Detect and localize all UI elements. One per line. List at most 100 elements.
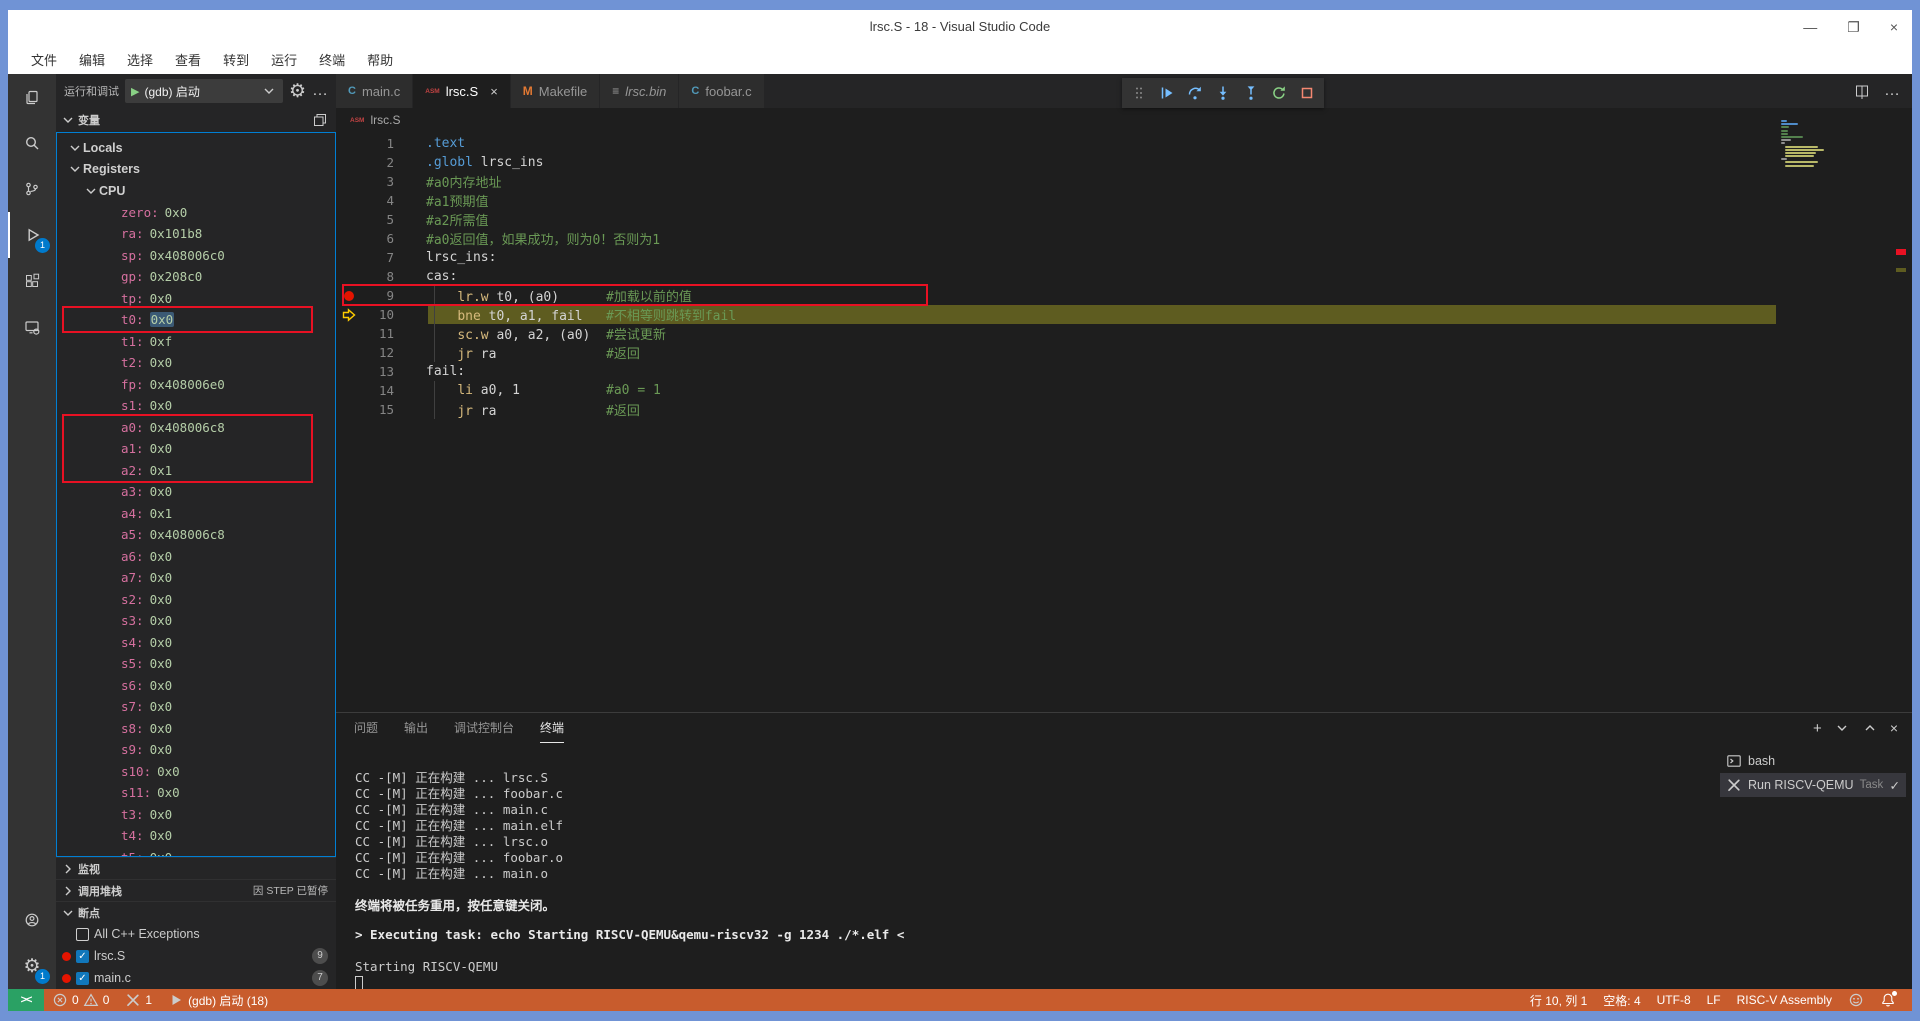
open-panes-icon[interactable] (312, 112, 328, 128)
register-a6[interactable]: a6:0x0 (57, 546, 335, 568)
launch-config-select[interactable]: ▶ (gdb) 启动 (125, 79, 283, 103)
register-a2[interactable]: a2:0x1 (57, 460, 335, 482)
activity-source-control[interactable] (8, 166, 56, 212)
breakpoint-row[interactable]: All C++ Exceptions (56, 923, 336, 945)
close-panel-icon[interactable]: × (1890, 720, 1898, 736)
breakpoint-icon[interactable] (336, 291, 362, 301)
menu-item-4[interactable]: 查看 (164, 50, 212, 69)
activity-remote-explorer[interactable] (8, 304, 56, 350)
menu-item-3[interactable]: 选择 (116, 50, 164, 69)
register-sp[interactable]: sp:0x408006c0 (57, 245, 335, 267)
new-terminal-icon[interactable]: + (1813, 720, 1822, 737)
code-line-5[interactable]: 5#a2所需值 (336, 210, 1912, 229)
menu-item-7[interactable]: 终端 (308, 50, 356, 69)
close-button[interactable]: × (1890, 19, 1898, 35)
register-t2[interactable]: t2:0x0 (57, 352, 335, 374)
tree-group-Locals[interactable]: Locals (57, 137, 335, 159)
terminal-list-item-bash[interactable]: bash (1720, 749, 1906, 773)
menu-item-6[interactable]: 运行 (260, 50, 308, 69)
register-s7[interactable]: s7:0x0 (57, 696, 335, 718)
step-into-button[interactable] (1210, 80, 1236, 106)
tab-main.c[interactable]: Cmain.c (336, 74, 413, 108)
tab-Makefile[interactable]: MMakefile (511, 74, 600, 108)
register-s1[interactable]: s1:0x0 (57, 395, 335, 417)
code-editor[interactable]: 1.text2.globl lrsc_ins3#a0内存地址4#a1预期值5#a… (336, 132, 1912, 712)
register-t1[interactable]: t1:0xf (57, 331, 335, 353)
register-a5[interactable]: a5:0x408006c8 (57, 524, 335, 546)
register-s11[interactable]: s11:0x0 (57, 782, 335, 804)
start-debug-icon[interactable]: ▶ (131, 85, 139, 98)
terminal-dropdown-icon[interactable] (1834, 720, 1850, 736)
minimap[interactable] (1781, 120, 1851, 168)
language-mode[interactable]: RISC-V Assembly (1729, 989, 1840, 1011)
code-line-2[interactable]: 2.globl lrsc_ins (336, 153, 1912, 172)
eol[interactable]: LF (1699, 989, 1729, 1011)
register-t5[interactable]: t5:0x0 (57, 847, 335, 858)
code-line-8[interactable]: 8cas: (336, 267, 1912, 286)
register-s5[interactable]: s5:0x0 (57, 653, 335, 675)
register-t0[interactable]: t0:0x0 (57, 309, 335, 331)
stop-button[interactable] (1294, 80, 1320, 106)
register-a4[interactable]: a4:0x1 (57, 503, 335, 525)
notifications-bell[interactable] (1872, 989, 1904, 1011)
breakpoint-checkbox[interactable]: ✓ (76, 972, 89, 985)
register-s3[interactable]: s3:0x0 (57, 610, 335, 632)
remote-indicator[interactable]: >< (8, 989, 44, 1011)
register-zero[interactable]: zero:0x0 (57, 202, 335, 224)
watch-section-header[interactable]: 监视 (56, 857, 336, 879)
breakpoint-row[interactable]: ✓lrsc.S9 (56, 945, 336, 967)
register-s10[interactable]: s10:0x0 (57, 761, 335, 783)
register-a0[interactable]: a0:0x408006c8 (57, 417, 335, 439)
register-a3[interactable]: a3:0x0 (57, 481, 335, 503)
menu-item-8[interactable]: 帮助 (356, 50, 404, 69)
terminal-list-item-Run RISCV-QEMU[interactable]: Run RISCV-QEMUTask✓ (1720, 773, 1906, 797)
code-line-14[interactable]: 14 li a0, 1 #a0 = 1 (336, 381, 1912, 400)
code-line-1[interactable]: 1.text (336, 134, 1912, 153)
more-actions-icon[interactable]: … (312, 82, 328, 100)
tab-lrsc.S[interactable]: ASMlrsc.S× (413, 74, 511, 108)
close-tab-icon[interactable]: × (490, 84, 498, 99)
register-a7[interactable]: a7:0x0 (57, 567, 335, 589)
code-line-11[interactable]: 11 sc.w a0, a2, (a0) #尝试更新 (336, 324, 1912, 343)
continue-button[interactable] (1154, 80, 1180, 106)
register-fp[interactable]: fp:0x408006e0 (57, 374, 335, 396)
code-line-12[interactable]: 12 jr ra #返回 (336, 343, 1912, 362)
tree-group-Registers[interactable]: Registers (57, 159, 335, 181)
step-out-button[interactable] (1238, 80, 1264, 106)
menu-item-5[interactable]: 转到 (212, 50, 260, 69)
tasks-status[interactable]: 1 (117, 989, 160, 1011)
step-over-button[interactable] (1182, 80, 1208, 106)
register-s8[interactable]: s8:0x0 (57, 718, 335, 740)
register-s2[interactable]: s2:0x0 (57, 589, 335, 611)
panel-tab-调试控制台[interactable]: 调试控制台 (454, 713, 514, 743)
breadcrumb[interactable]: ASM lrsc.S (336, 108, 1912, 132)
split-editor-icon[interactable] (1854, 83, 1870, 99)
feedback[interactable] (1840, 989, 1872, 1011)
tab-lrsc.bin[interactable]: ≡lrsc.bin (600, 74, 679, 108)
terminal-output[interactable]: CC -[M] 正在构建 ... lrsc.SCC -[M] 正在构建 ... … (336, 743, 1716, 989)
debug-session-status[interactable]: (gdb) 启动 (18) (160, 989, 276, 1011)
toolbar-drag-handle[interactable] (1126, 80, 1152, 106)
register-t3[interactable]: t3:0x0 (57, 804, 335, 826)
code-line-3[interactable]: 3#a0内存地址 (336, 172, 1912, 191)
problems-status[interactable]: 00 (44, 989, 117, 1011)
register-t4[interactable]: t4:0x0 (57, 825, 335, 847)
activity-run-debug[interactable]: 1 (8, 212, 56, 258)
register-tp[interactable]: tp:0x0 (57, 288, 335, 310)
cursor-position[interactable]: 行 10, 列 1 (1522, 989, 1595, 1011)
gear-icon[interactable]: ⚙ (289, 80, 306, 103)
indentation[interactable]: 空格: 4 (1595, 989, 1648, 1011)
code-line-13[interactable]: 13fail: (336, 362, 1912, 381)
activity-explorer[interactable] (8, 74, 56, 120)
maximize-panel-icon[interactable] (1862, 720, 1878, 736)
tab-foobar.c[interactable]: Cfoobar.c (679, 74, 764, 108)
panel-tab-问题[interactable]: 问题 (354, 713, 378, 743)
menu-item-2[interactable]: 编辑 (68, 50, 116, 69)
breakpoint-checkbox[interactable] (76, 928, 89, 941)
code-line-15[interactable]: 15 jr ra #返回 (336, 400, 1912, 419)
code-line-6[interactable]: 6#a0返回值，如果成功，则为0！否则为1 (336, 229, 1912, 248)
panel-tab-终端[interactable]: 终端 (540, 713, 564, 743)
breakpoint-checkbox[interactable]: ✓ (76, 950, 89, 963)
panel-tab-输出[interactable]: 输出 (404, 713, 428, 743)
activity-extensions[interactable] (8, 258, 56, 304)
